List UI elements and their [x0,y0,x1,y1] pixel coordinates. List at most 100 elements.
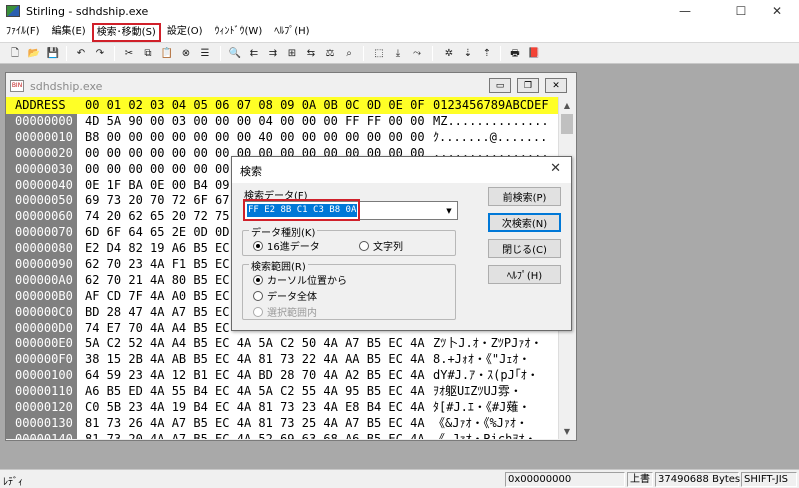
hex-bytes-cell[interactable]: C0 5B 23 4A 19 B4 EC 4A 81 73 23 4A E8 B… [85,400,425,416]
bookmark-down-icon[interactable]: ⇣ [459,45,477,62]
goto-down-icon[interactable]: ⤓ [389,45,407,62]
help-book-icon[interactable]: 📕 [525,45,543,62]
hex-row[interactable]: 000000F0 38 15 2B 4A AB B5 EC 4A 81 73 22… [6,352,558,369]
radio-checked-icon [253,274,263,285]
menu-file[interactable]: ﾌｧｲﾙ(F) [0,23,46,41]
undo-icon[interactable]: ↶ [72,45,90,62]
dialog-title: 検索 [240,165,262,178]
hex-bytes-cell[interactable]: 74 20 62 65 20 72 75 [85,209,230,225]
hex-bytes-cell[interactable]: BD 28 47 4A A7 B5 EC [85,305,230,321]
dialog-close-icon[interactable]: ✕ [550,161,561,176]
hex-bytes-cell[interactable]: 81 73 26 4A A7 B5 EC 4A 81 73 25 4A A7 B… [85,416,425,432]
toolbar: 🗋 📂 💾 ↶ ↷ ✂ ⧉ 📋 ⊗ ☰ 🔍 ⇇ ⇉ ⊞ ⇆ ⚖ ⌕ ⬚ ⤓ ⤳ … [0,42,799,64]
hex-bytes-cell[interactable]: 0E 1F BA 0E 00 B4 09 [85,178,230,194]
menu-edit[interactable]: 編集(E) [46,23,92,41]
find-icon[interactable]: 🔍 [226,45,244,62]
close-button[interactable]: ✕ [755,0,799,22]
window-title: Stirling - sdhdship.exe [26,4,149,18]
hex-ascii-cell[interactable]: dY#J.ｱ・ｽ(pJ｢ｵ・ [433,368,539,384]
menu-help[interactable]: ﾍﾙﾌﾟ(H) [268,23,315,41]
hex-row[interactable]: 00000110 A6 B5 ED 4A 55 B4 EC 4A 5A C2 55… [6,384,558,401]
radio-all-data[interactable]: データ全体 [253,288,317,303]
radio-hex-data[interactable]: 16進データ [253,238,320,253]
menu-search-move[interactable]: 検索･移動(S) [91,22,161,42]
hex-bytes-cell[interactable]: 38 15 2B 4A AB B5 EC 4A 81 73 22 4A AA B… [85,352,425,368]
scroll-up-icon[interactable]: ▲ [559,97,575,113]
goto-right-icon[interactable]: ⤳ [408,45,426,62]
doc-close-button[interactable]: ✕ [545,78,567,93]
find-prev-icon[interactable]: ⇇ [245,45,263,62]
menu-settings[interactable]: 設定(O) [161,23,209,41]
hex-row[interactable]: 000000E0 5A C2 52 4A A4 B5 EC 4A 5A C2 50… [6,336,558,353]
find-text-icon[interactable]: ⌕ [340,45,358,62]
hex-ascii-cell[interactable]: ﾀ[#J.ｴ・《#J薙・ [433,400,530,416]
hex-row[interactable]: 00000010 B8 00 00 00 00 00 00 00 40 00 00… [6,129,558,146]
hex-ascii-cell[interactable]: 《&Jｧｵ・《%Jｧｵ・ [433,416,528,432]
document-title: sdhdship.exe [30,79,103,93]
hex-bytes-cell[interactable]: 5A C2 52 4A A4 B5 EC 4A 5A C2 50 4A A7 B… [85,336,425,352]
hex-ascii-cell[interactable]: ｸ.......@....... [433,130,547,146]
data-type-group: データ種別(K) 16進データ 文字列 [242,224,456,256]
hex-bytes-cell[interactable]: 69 73 20 70 72 6F 67 [85,193,230,209]
hex-ascii-cell[interactable]: 《 Jｧｵ・Richｦｵ・ [433,432,536,439]
find-next-icon[interactable]: ⇉ [264,45,282,62]
goto-icon[interactable]: ⬚ [370,45,388,62]
redo-icon[interactable]: ↷ [91,45,109,62]
doc-minimize-button[interactable]: ▭ [489,78,511,93]
find-hex-icon[interactable]: ⊞ [283,45,301,62]
hex-row[interactable]: 00000120 C0 5B 23 4A 19 B4 EC 4A 81 73 23… [6,400,558,416]
hex-bytes-cell[interactable]: 4D 5A 90 00 03 00 00 00 04 00 00 00 FF F… [85,114,425,130]
replace-icon[interactable]: ⇆ [302,45,320,62]
hex-row[interactable]: 00000100 64 59 23 4A 12 B1 EC 4A BD 28 70… [6,368,558,385]
header-columns: 00 01 02 03 04 05 06 07 08 09 0A 0B 0C 0… [85,98,425,112]
status-encoding: SHIFT-JIS [741,472,797,487]
cut-icon[interactable]: ✂ [120,45,138,62]
hex-address-cell: 00000090 [6,257,77,273]
scroll-thumb[interactable] [561,114,573,134]
hex-ascii-cell[interactable]: Zﾂ卜J.ｵ・ZﾂPJｧｵ・ [433,336,542,352]
hex-bytes-cell[interactable]: 64 59 23 4A 12 B1 EC 4A BD 28 70 4A A2 B… [85,368,425,384]
hex-bytes-cell[interactable]: 6D 6F 64 65 2E 0D 0D [85,225,230,241]
bookmark-icon[interactable]: ✲ [440,45,458,62]
bookmark-up-icon[interactable]: ⇡ [478,45,496,62]
hex-row[interactable]: 00000140 81 73 20 4A A7 B5 EC 4A 52 69 63… [6,431,558,439]
find-next-button[interactable]: 次検索(N) [488,213,561,232]
hex-ascii-cell[interactable]: MZ.............. [433,114,549,130]
dialog-help-button[interactable]: ﾍﾙﾌﾟ(H) [488,265,561,284]
hex-bytes-cell[interactable]: A6 B5 ED 4A 55 B4 EC 4A 5A C2 55 4A 95 B… [85,384,425,400]
hex-address-cell: 00000100 [6,368,77,385]
toolbar-separator [220,46,221,61]
hex-ascii-cell[interactable]: 8.+Jｫｵ・《"Jｪｵ・ [433,352,530,368]
hex-address-cell: 000000C0 [6,304,77,321]
paste-icon[interactable]: 📋 [158,45,176,62]
hex-bytes-cell[interactable]: 81 73 20 4A A7 B5 EC 4A 52 69 63 68 A6 B… [85,432,425,439]
hex-bytes-cell[interactable]: 62 70 23 4A F1 B5 EC [85,257,230,273]
delete-icon[interactable]: ⊗ [177,45,195,62]
hex-row[interactable]: 00000130 81 73 26 4A A7 B5 EC 4A 81 73 25… [6,415,558,432]
radio-string[interactable]: 文字列 [359,238,403,253]
toolbar-separator [500,46,501,61]
insert-icon[interactable]: ☰ [196,45,214,62]
new-file-icon[interactable]: 🗋 [6,45,24,62]
chevron-down-icon[interactable]: ▼ [442,203,456,218]
hex-bytes-cell[interactable]: B8 00 00 00 00 00 00 00 40 00 00 00 00 0… [85,130,425,146]
radio-from-cursor[interactable]: カーソル位置から [253,272,347,287]
hex-address-cell: 000000A0 [6,272,77,289]
scroll-down-icon[interactable]: ▼ [559,423,575,439]
hex-row[interactable]: 00000000 4D 5A 90 00 03 00 00 00 04 00 00… [6,114,558,130]
dialog-close-button[interactable]: 閉じる(C) [488,239,561,258]
minimize-button[interactable]: — [663,0,707,22]
save-icon[interactable]: 💾 [44,45,62,62]
hex-bytes-cell[interactable]: E2 D4 82 19 A6 B5 EC [85,241,230,257]
find-prev-button[interactable]: 前検索(P) [488,187,561,206]
hex-bytes-cell[interactable]: 62 70 21 4A 80 B5 EC [85,273,230,289]
hex-ascii-cell[interactable]: ｦｵ躯UｴZﾂUJ雰・ [433,384,522,400]
copy-icon[interactable]: ⧉ [139,45,157,62]
compare-icon[interactable]: ⚖ [321,45,339,62]
print-icon[interactable]: 🖶 [506,45,524,62]
open-folder-icon[interactable]: 📂 [25,45,43,62]
hex-bytes-cell[interactable]: AF CD 7F 4A A0 B5 EC [85,289,230,305]
hex-bytes-cell[interactable]: 74 E7 70 4A A4 B5 EC [85,321,230,337]
menu-window[interactable]: ｳｨﾝﾄﾞｳ(W) [209,23,269,41]
doc-restore-button[interactable]: ❐ [517,78,539,93]
